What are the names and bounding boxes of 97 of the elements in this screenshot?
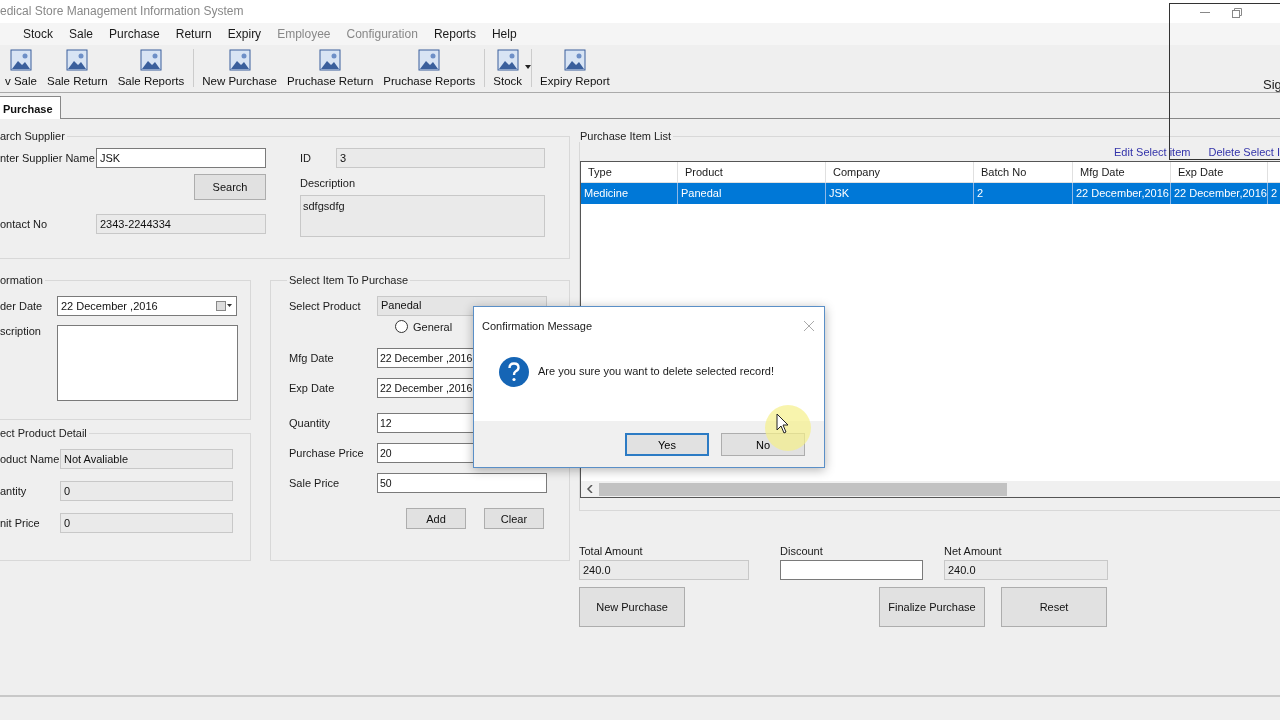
field-label: ID [300, 152, 312, 164]
input-field[interactable]: JSK [96, 148, 266, 168]
input-field[interactable]: 3 [336, 148, 545, 168]
field-label: Discount [780, 545, 824, 557]
dialog-message: Are you sure you want to delete selected record! [538, 365, 775, 377]
group-title: ormation [0, 274, 44, 286]
field-label: Quantity [289, 417, 331, 429]
field-label: Exp Date [289, 382, 336, 394]
question-icon [499, 357, 529, 387]
group-title: arch Supplier [0, 130, 66, 142]
table-cell: 2 [1268, 183, 1280, 204]
menu-item[interactable]: Return [167, 27, 220, 41]
table-cell: Medicine [581, 183, 678, 204]
calendar-icon [216, 301, 232, 311]
radio-label: General [413, 320, 453, 333]
field-label: ontact No [0, 218, 49, 230]
action-button[interactable]: New Purchase [579, 587, 685, 627]
column-header[interactable]: Product [678, 162, 826, 182]
close-icon[interactable] [804, 320, 814, 331]
dialog-title: Confirmation Message [482, 319, 593, 332]
toolbar-button[interactable]: Stock [484, 49, 528, 87]
search-button[interactable]: Search [194, 174, 266, 200]
radio-button[interactable] [395, 320, 408, 333]
minimize-icon[interactable] [1200, 12, 1210, 14]
table-cell: 22 December,2016 [1171, 183, 1268, 204]
menu-item[interactable]: Stock [15, 27, 61, 41]
toolbar-button[interactable]: v Sale [0, 49, 42, 87]
column-header[interactable]: Batch No [974, 162, 1073, 182]
action-button[interactable]: Reset [1001, 587, 1107, 627]
menu-item[interactable]: Purchase [101, 27, 168, 41]
field-label: Purchase Price [289, 447, 365, 459]
form-button[interactable]: Clear [484, 508, 544, 529]
column-header[interactable]: Type [581, 162, 678, 182]
field-label: Select Product [289, 300, 362, 312]
menu-item[interactable]: Help [483, 27, 525, 41]
field-label: nit Price [0, 517, 41, 529]
menu-item[interactable]: Reports [425, 27, 484, 41]
table-cell: 22 December,2016 [1073, 183, 1171, 204]
field-label: Mfg Date [289, 352, 335, 364]
toolbar-button[interactable]: Sale Reports [112, 49, 190, 87]
link[interactable]: Delete Select I [1208, 146, 1280, 158]
column-header[interactable]: Mfg Date [1073, 162, 1171, 182]
image-icon [563, 49, 586, 71]
image-icon [496, 49, 519, 71]
input-field[interactable]: 50 [377, 473, 547, 493]
table-cell: Panedal [678, 183, 826, 204]
table-cell: JSK [826, 183, 974, 204]
menu-item[interactable]: Expiry [219, 27, 270, 41]
date-picker[interactable]: 22 December ,2016 [57, 296, 237, 316]
field-label: scription [0, 325, 42, 337]
scroll-left-icon[interactable] [586, 485, 594, 493]
text-area[interactable] [57, 325, 238, 401]
group-title: Select Item To Purchase [288, 274, 410, 286]
link[interactable]: Edit Select item [1114, 146, 1191, 158]
input-field[interactable]: 0 [60, 513, 233, 533]
input-field[interactable]: 2343-2244334 [96, 214, 266, 234]
dialog-button[interactable]: Yes [625, 433, 709, 456]
action-button[interactable]: Finalize Purchase [879, 587, 985, 627]
column-header[interactable]: Company [826, 162, 974, 182]
image-icon [10, 49, 32, 71]
tab[interactable]: Purchase [0, 96, 61, 119]
toolbar-button[interactable]: Pruchase Return [282, 49, 379, 87]
table-cell: 2 [974, 183, 1073, 204]
toolbar-button[interactable]: Sale Return [41, 49, 113, 87]
image-icon [139, 49, 162, 71]
field-label: nter Supplier Name [0, 152, 96, 164]
caret-icon [525, 65, 532, 69]
form-button[interactable]: Add [406, 508, 466, 529]
field-label: Sale Price [289, 477, 341, 489]
toolbar-button[interactable]: New Purchase [193, 49, 282, 87]
table-row[interactable]: Medicine Panedal JSK 2 22 December,2016 22 December,2016 2 [581, 183, 1280, 204]
scroll-thumb[interactable] [599, 482, 1007, 496]
column-header[interactable]: Exp Date [1171, 162, 1268, 182]
input-field[interactable] [780, 560, 923, 580]
toolbar-button[interactable]: Pruchase Reports [378, 49, 481, 87]
restore-icon[interactable] [1232, 8, 1242, 18]
scrollbar[interactable] [581, 481, 1280, 497]
field-label: Total Amount [579, 545, 644, 557]
field-label: Description [300, 177, 357, 189]
menu-item[interactable]: Sale [61, 27, 102, 41]
image-icon [319, 49, 342, 71]
input-field[interactable]: 240.0 [579, 560, 749, 580]
group-title: Purchase Item List [579, 130, 673, 142]
input-field[interactable]: Not Avaliable [60, 449, 233, 469]
group-title: ect Product Detail [0, 427, 88, 439]
text-area[interactable]: sdfgsdfg [300, 195, 545, 237]
image-icon [418, 49, 441, 71]
field-label: antity [0, 485, 28, 497]
toolbar-button[interactable]: Expiry Report [531, 49, 615, 87]
window-title: edical Store Management Information System [0, 4, 244, 18]
input-field[interactable]: 0 [60, 481, 233, 501]
image-icon [66, 49, 89, 71]
field-label: der Date [0, 300, 44, 312]
field-label: oduct Name [0, 453, 60, 465]
field-label: Net Amount [944, 545, 1003, 557]
image-icon [228, 49, 251, 71]
input-field[interactable]: 240.0 [944, 560, 1108, 580]
